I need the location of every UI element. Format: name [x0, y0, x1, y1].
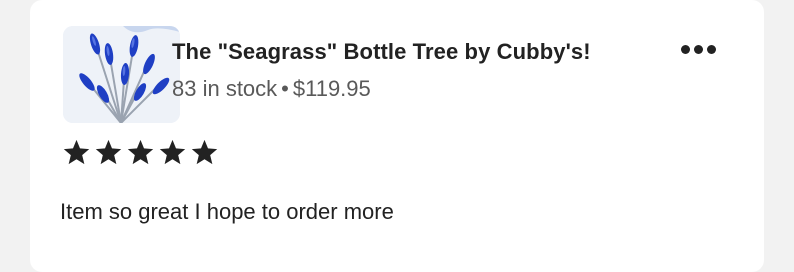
star-icon — [62, 138, 91, 167]
star-icon — [126, 138, 155, 167]
star-rating — [62, 138, 219, 167]
more-options-icon — [680, 44, 690, 54]
product-thumbnail[interactable] — [63, 26, 180, 123]
bottle-tree-image — [63, 26, 180, 123]
star-icon — [94, 138, 123, 167]
review-card: The "Seagrass" Bottle Tree by Cubby's! 8… — [30, 0, 764, 272]
star-icon — [190, 138, 219, 167]
meta-separator: • — [281, 76, 289, 101]
product-title[interactable]: The "Seagrass" Bottle Tree by Cubby's! — [172, 39, 591, 65]
star-icon — [158, 138, 187, 167]
more-options-dot — [693, 44, 703, 54]
more-options-dot — [706, 44, 716, 54]
product-price: $119.95 — [292, 76, 371, 101]
more-options-button[interactable] — [676, 34, 720, 64]
stock-count: 83 in stock — [172, 76, 278, 101]
product-meta: 83 in stock • $119.95 — [172, 76, 371, 102]
review-text: Item so great I hope to order more — [60, 199, 394, 224]
